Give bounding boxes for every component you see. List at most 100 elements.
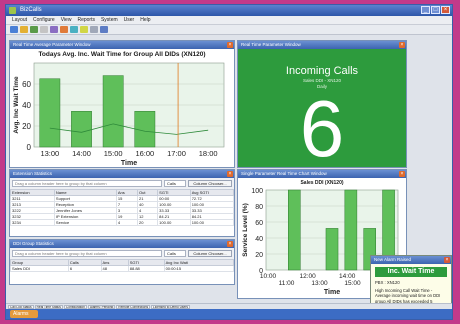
extension-table: Extension Name Ans Out SGTI Avg SGTI 3211 Supp… (10, 189, 234, 226)
new-icon[interactable] (10, 26, 18, 33)
y-tick-label: 0 (27, 143, 32, 152)
column-chooser-button[interactable]: Column Chooser... (188, 180, 232, 187)
bar (71, 111, 92, 148)
table-cell: Service (53, 219, 117, 226)
alarm-icon[interactable] (60, 26, 68, 33)
param-window-header: Real Time Parameter Window × (238, 41, 406, 49)
alarms-tab-button[interactable]: Alarms (10, 310, 38, 318)
avg-wait-chart: 0 20 40 60 13:00 14:00 15:00 16:00 17:00 18:00 Tim… (13, 62, 225, 167)
report-icon[interactable] (50, 26, 58, 33)
table-cell: 3234 (10, 219, 55, 226)
menu-system[interactable]: System (101, 16, 118, 24)
alarm-pbx: PBX : XN120 (375, 280, 400, 285)
extension-table-body: 3211 Support 15 21 00:00 72.72 3213 Reception 7 4… (10, 195, 234, 226)
incoming-calls-value: 6 (299, 84, 345, 168)
x-tick-label: 17:00 (167, 149, 186, 158)
extension-stats-title: Extension Statistics (13, 171, 53, 176)
panel-close-icon[interactable]: × (227, 241, 233, 247)
title-bar: BizCalls _ □ × (6, 5, 452, 16)
menu-view[interactable]: View (61, 16, 72, 24)
table-cell: 6 (67, 265, 102, 272)
y-axis-label: Avg. Inc Wait Time (13, 76, 20, 134)
stats-type-select[interactable]: Calls (164, 180, 186, 187)
y-tick-label: 20 (255, 252, 263, 259)
x-tick-label: 15:00 (344, 280, 361, 287)
alarm-popup-title: New Alarm Raised (374, 257, 412, 262)
taskbar: Alarms (6, 309, 452, 319)
group-by-drop-zone[interactable]: Drag a column header here to group by th… (12, 180, 162, 187)
y-axis-label: Service Level (%) (242, 203, 249, 256)
y-tick-label: 60 (255, 220, 263, 227)
y-tick-label: 20 (22, 122, 31, 131)
menu-bar: Layout Configure View Reports System Use… (6, 16, 452, 25)
bar (344, 189, 358, 271)
minimize-button[interactable]: _ (421, 6, 430, 14)
y-tick-label: 60 (22, 80, 31, 89)
y-tick-label: 40 (22, 101, 31, 110)
alarm-type: Inc. Wait Time (375, 267, 447, 277)
bar (325, 228, 339, 271)
bar (288, 189, 301, 271)
table-row[interactable]: 3234 Service 4 20 100.00 100.00 (10, 219, 234, 226)
alarm-close-icon[interactable]: × (444, 257, 450, 263)
extension-filter-bar: Drag a column header here to group by th… (10, 178, 234, 189)
app-icon (9, 7, 16, 14)
param-window-title: Real Time Parameter Window (241, 42, 301, 47)
open-icon[interactable] (20, 26, 28, 33)
save-icon[interactable] (30, 26, 38, 33)
x-tick-label: 15:00 (104, 149, 123, 158)
chart-icon[interactable] (70, 26, 78, 33)
table-cell: 20 (136, 219, 159, 226)
ddi-stats-title: DDI Group Statistics (13, 241, 54, 246)
x-tick-label: 16:00 (135, 149, 154, 158)
panel-close-icon[interactable]: × (399, 42, 405, 48)
x-tick-label: 14:00 (72, 149, 91, 158)
menu-user[interactable]: User (124, 16, 135, 24)
help-icon[interactable] (100, 26, 108, 33)
avg-wait-panel-title: Real Time Average Parameter Window (13, 42, 91, 47)
param-window-panel: Real Time Parameter Window × Incoming Ca… (237, 40, 407, 168)
ddi-filter-bar: Drag a column header here to group by th… (10, 248, 234, 259)
app-window: BizCalls _ □ × Layout Configure View Rep… (5, 4, 453, 320)
toolbar (6, 25, 452, 35)
avg-wait-panel-header: Real Time Average Parameter Window × (10, 41, 234, 49)
window-controls: _ □ × (421, 6, 450, 14)
group-by-drop-zone[interactable]: Drag a column header here to group by th… (12, 250, 162, 257)
menu-help[interactable]: Help (140, 16, 150, 24)
x-tick-label: 10:00 (260, 273, 277, 280)
menu-reports[interactable]: Reports (77, 16, 95, 24)
table-cell: 4 (115, 219, 139, 226)
table-row[interactable]: Sales DDI 6 48 88.88 00:00:15 (10, 265, 234, 272)
menu-configure[interactable]: Configure (33, 16, 55, 24)
bar (134, 111, 156, 148)
x-tick-label: 11:00 (279, 280, 295, 287)
settings-icon[interactable] (80, 26, 88, 33)
x-tick-label: 18:00 (199, 149, 218, 158)
x-tick-label: 14:00 (339, 273, 356, 280)
stats-type-select[interactable]: Calls (164, 250, 186, 257)
avg-wait-chart-title: Todays Avg. Inc. Wait Time for Group All… (38, 51, 206, 58)
x-axis-label: Time (324, 289, 340, 296)
ddi-stats-panel: DDI Group Statistics × Drag a column hea… (9, 239, 235, 285)
table-cell: 100.00 (189, 219, 234, 226)
y-tick-label: 80 (255, 204, 263, 211)
bar (39, 78, 61, 148)
column-chooser-button[interactable]: Column Chooser... (188, 250, 232, 257)
panel-close-icon[interactable]: × (227, 171, 233, 177)
table-cell: 100.00 (157, 219, 191, 226)
alarm-popup-header: New Alarm Raised × (371, 256, 451, 264)
close-button[interactable]: × (441, 6, 450, 14)
panel-close-icon[interactable]: × (399, 171, 405, 177)
extension-stats-panel: Extension Statistics × Drag a column hea… (9, 169, 235, 237)
window-title: BizCalls (20, 7, 42, 13)
panel-close-icon[interactable]: × (227, 42, 233, 48)
y-tick-label: 100 (251, 188, 263, 195)
maximize-button[interactable]: □ (431, 6, 440, 14)
menu-layout[interactable]: Layout (12, 16, 27, 24)
print-icon[interactable] (40, 26, 48, 33)
service-level-header: Single Parameter Real Time Chart Window … (238, 170, 406, 178)
x-tick-label: 13:00 (311, 280, 328, 287)
user-icon[interactable] (90, 26, 98, 33)
table-cell: Sales DDI (10, 265, 69, 272)
y-tick-label: 40 (255, 236, 263, 243)
